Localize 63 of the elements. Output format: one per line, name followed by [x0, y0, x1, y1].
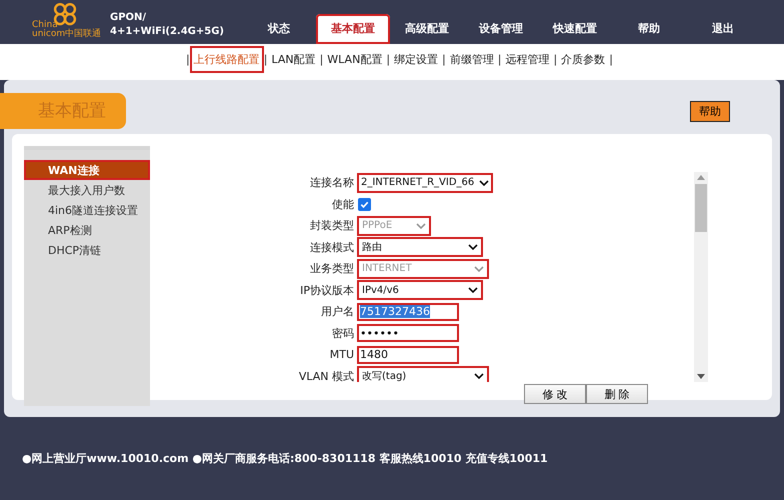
enable-checkbox[interactable]: [358, 198, 371, 211]
scrollbar-thumb[interactable]: [695, 184, 707, 232]
action-button[interactable]: 修 改: [524, 384, 586, 404]
select-field[interactable]: 2_INTERNET_R_VID_66: [358, 174, 492, 192]
chevron-down-icon: [468, 287, 478, 294]
subnav-link[interactable]: 前缀管理: [448, 48, 496, 70]
subnav-link[interactable]: WLAN配置: [325, 48, 384, 70]
nav-tab[interactable]: 高级配置: [390, 14, 464, 44]
field-label: MTU: [328, 348, 355, 362]
chevron-down-icon: [474, 373, 484, 380]
separator: |: [264, 52, 268, 66]
separator: |: [320, 52, 324, 66]
chevron-down-icon: [468, 244, 478, 250]
nav-tab[interactable]: 退出: [686, 14, 760, 44]
scrollbar[interactable]: [694, 172, 708, 382]
nav-tab[interactable]: 设备管理: [464, 14, 538, 44]
logo-text: unicom中国联通: [32, 30, 102, 39]
separator: |: [553, 52, 558, 66]
field-label: 用户名: [320, 304, 355, 320]
action-button[interactable]: 删 除: [586, 384, 648, 404]
chevron-down-icon: [474, 266, 484, 272]
subnav-link[interactable]: 绑定设置: [392, 48, 440, 70]
input-field[interactable]: 7517327436: [358, 304, 458, 320]
separator: |: [386, 52, 390, 66]
chevron-down-icon: [416, 222, 426, 229]
separator: |: [498, 52, 502, 66]
field-label: 连接名称: [309, 175, 355, 190]
help-button[interactable]: 帮助: [690, 100, 730, 122]
subnav-link[interactable]: 上行线路配置: [192, 48, 262, 70]
nav-tab[interactable]: 快速配置: [538, 14, 612, 44]
field-label: IP协议版本: [299, 282, 355, 298]
subnav-link[interactable]: LAN配置: [269, 48, 318, 70]
sidebar-item[interactable]: WAN连接: [24, 160, 150, 180]
nav-tab[interactable]: 状态: [242, 14, 316, 44]
field-label: 连接模式: [309, 240, 355, 255]
product-name: 4+1+WiFi(2.4G+5G): [110, 25, 224, 39]
sidebar-item[interactable]: ARP检测: [24, 220, 150, 240]
separator: |: [186, 52, 190, 66]
footer-text: ●网上营业厅www.10010.com ●网关厂商服务电话:800-8301118 客服热线10010 充值专线10011: [22, 451, 548, 466]
field-label: 封装类型: [309, 218, 355, 234]
select-field[interactable]: IPv4/v6: [358, 281, 482, 300]
scroll-up-icon[interactable]: [697, 175, 705, 180]
chevron-down-icon: [479, 180, 489, 186]
select-field[interactable]: 路由: [358, 238, 482, 256]
field-label: 密码: [331, 326, 355, 341]
select-field[interactable]: 改写(tag): [358, 367, 488, 382]
subnav-link[interactable]: 介质参数: [559, 48, 608, 70]
separator: |: [609, 52, 613, 66]
sidebar-item[interactable]: DHCP清链: [24, 240, 150, 260]
sidebar-item[interactable]: 最大接入用户数: [24, 180, 150, 200]
scroll-down-icon[interactable]: [697, 374, 705, 379]
logo-text: China: [32, 21, 58, 30]
field-label: 使能: [331, 196, 355, 212]
input-field[interactable]: ••••••: [358, 325, 458, 342]
nav-tab[interactable]: 基本配置: [316, 14, 390, 44]
field-label: VLAN 模式: [298, 368, 355, 382]
subnav-link[interactable]: 远程管理: [503, 48, 552, 70]
sidebar-item[interactable]: 4in6隧道连接设置: [24, 200, 150, 220]
field-label: 业务类型: [309, 261, 355, 276]
input-field[interactable]: 1480: [358, 346, 458, 363]
separator: |: [442, 52, 446, 66]
nav-tab[interactable]: 帮助: [612, 14, 686, 44]
product-name: GPON/: [110, 11, 146, 25]
